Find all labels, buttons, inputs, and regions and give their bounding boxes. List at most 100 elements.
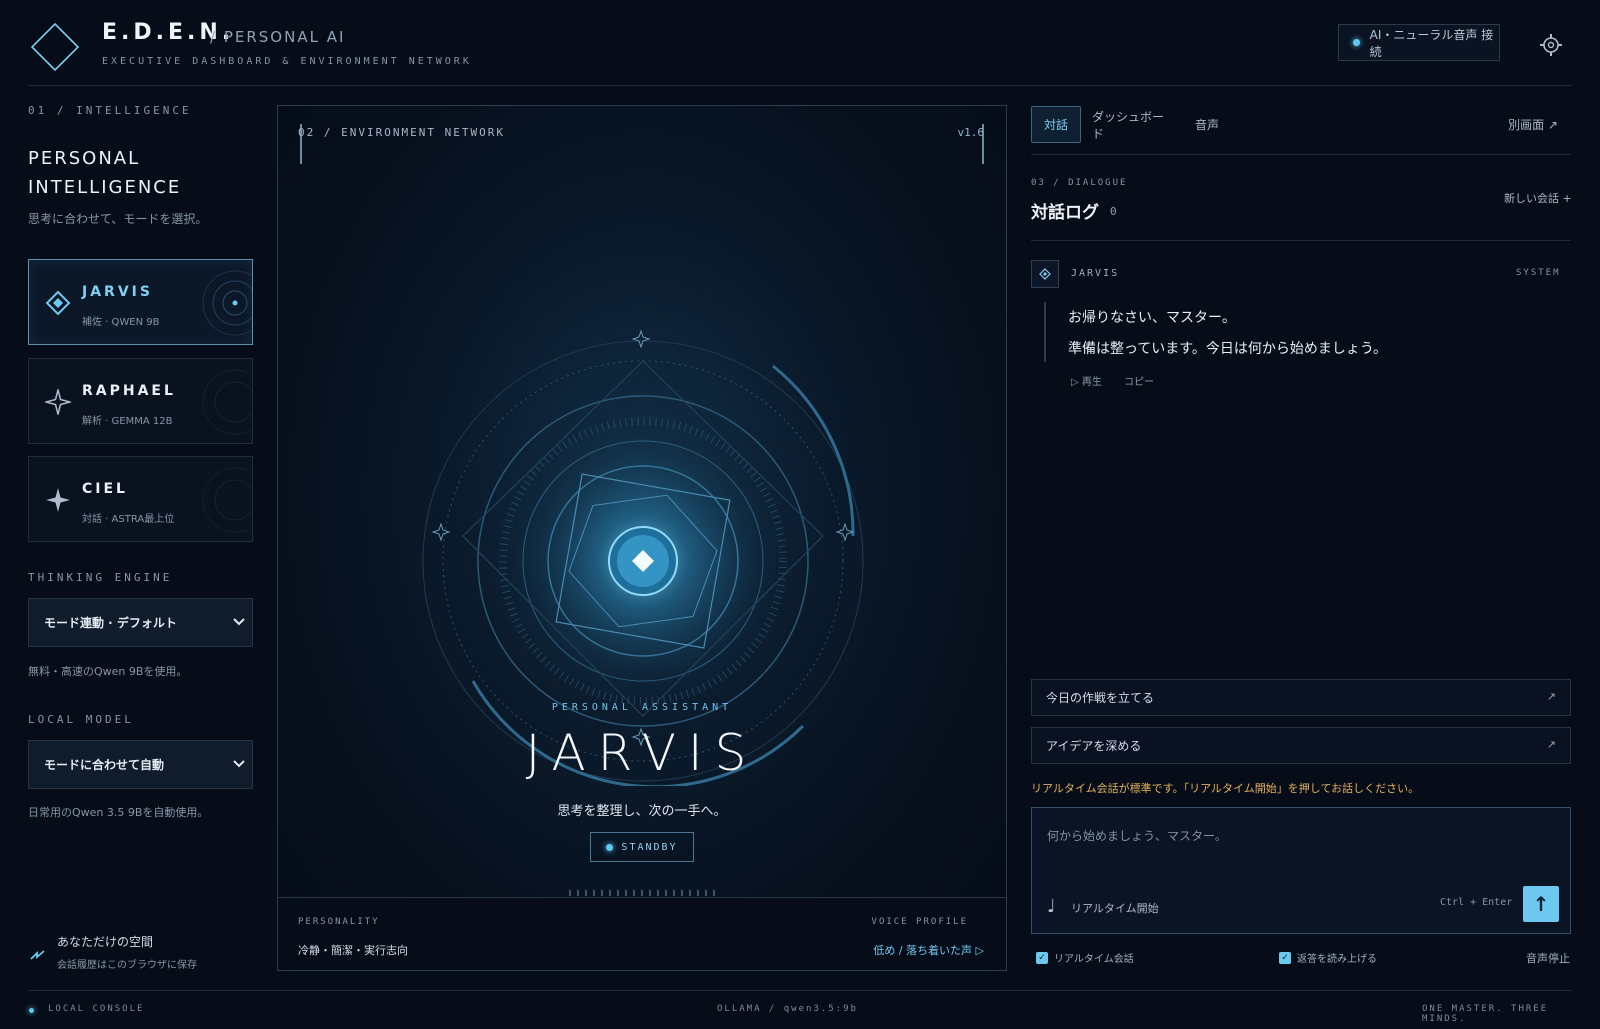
assistant-name: JARVIS [525,724,759,782]
standby-status-badge: STANDBY [590,832,694,862]
new-conversation-button[interactable]: 新しい会話 + [1504,190,1572,206]
jarvis-avatar [1031,260,1059,288]
tab-voice[interactable]: 音声 [1185,106,1229,143]
tab-dialogue[interactable]: 対話 [1031,106,1081,143]
assistant-label: PERSONAL ASSISTANT [551,702,733,713]
local-model-note: 日常用のQwen 3.5 9Bを自動使用。 [28,806,209,819]
lightning-icon [30,950,45,960]
standby-dot-icon [606,843,614,851]
arrow-up-right-icon: ↗ [1546,690,1556,703]
mode-meta: 補佐 · QWEN 9B [82,317,160,328]
stop-voice-button[interactable]: 音声停止 [1526,950,1570,966]
dialogue-section-label: 03 / DIALOGUE [1031,178,1128,188]
music-note-icon[interactable]: ♩ [1047,896,1056,917]
send-shortcut-hint: Ctrl + Enter [1440,897,1513,908]
thinking-engine-note: 無料・高速のQwen 9Bを使用。 [28,665,188,678]
realtime-conversation-label: リアルタイム会話 [1054,954,1134,965]
corner-bracket-icon [300,124,302,164]
connection-status-text: AI・ニューラル音声 接続 [1369,27,1494,59]
suggestion-label: アイデアを深める [1046,739,1142,753]
standby-text: STANDBY [621,841,678,853]
popout-button[interactable]: 別画面 ↗ [1504,106,1562,143]
chevron-down-icon [233,760,245,768]
gear-icon[interactable] [1539,33,1563,57]
thinking-engine-value: モード連動 · デフォルト [44,616,177,630]
personality-value: 冷静・簡潔・実行志向 [298,944,408,957]
realtime-start-button[interactable]: リアルタイム開始 [1071,900,1159,916]
brand-subtitle: / PERSONAL AI [210,28,346,46]
mode-meta: 解析 · GEMMA 12B [82,416,173,427]
copy-message-button[interactable]: コピー [1124,373,1154,388]
tab-dashboard[interactable]: ダッシュボード [1092,106,1170,143]
private-space-title: あなただけの空間 [57,935,154,949]
core-orb-graphic [422,329,864,786]
mode-name: RAPHAEL [82,383,176,399]
footer-right: ONE MASTER. THREE MINDS. [1422,1004,1549,1024]
local-model-select[interactable]: モードに合わせて自動 [28,740,253,789]
mode-meta: 対話 · ASTRA最上位 [82,514,175,525]
chevron-down-icon [233,618,245,626]
intelligence-title: PERSONAL INTELLIGENCE [28,144,228,202]
radar-decoration-icon [202,270,252,336]
diamond-icon [45,290,71,316]
checkbox-checked-icon[interactable]: ✓ [1279,951,1291,964]
footer-divider [28,990,1572,991]
diamond-icon [1039,268,1051,280]
message-text-line1: お帰りなさい、マスター。 [1068,310,1236,326]
message-input-box[interactable]: 何から始めましょう、マスター。 ♩ リアルタイム開始 Ctrl + Enter … [1031,807,1571,934]
message-input-placeholder[interactable]: 何から始めましょう、マスター。 [1047,827,1227,844]
private-space-subtitle: 会話履歴はこのブラウザに保存 [57,960,197,971]
send-button[interactable]: ↑ [1523,886,1559,922]
mode-card-raphael[interactable]: RAPHAEL 解析 · GEMMA 12B [28,358,253,444]
checkbox-checked-icon[interactable]: ✓ [1036,951,1048,964]
eden-logo-icon [30,22,80,72]
message-text-line2: 準備は整っています。今日は何から始めましょう。 [1068,341,1388,357]
status-dot-icon [1353,39,1360,46]
header-divider [28,85,1572,86]
suggestion-button[interactable]: 今日の作戦を立てる ↗ [1031,679,1571,716]
corner-bracket-icon [982,124,984,164]
local-model-value: モードに合わせて自動 [44,758,165,772]
console-dot-icon [29,1008,34,1013]
mode-name: JARVIS [82,284,153,300]
intelligence-section-label: 01 / INTELLIGENCE [28,104,192,117]
assistant-profile-footer: PERSONALITY 冷静・簡潔・実行志向 VOICE PROFILE 低め … [278,897,1006,970]
arrow-up-right-icon: ↗ [1546,738,1556,751]
sparkle-filled-icon [46,488,70,512]
mode-name: CIEL [82,481,128,497]
tick-marks-decoration [569,890,715,896]
voice-profile-label: VOICE PROFILE [871,917,968,927]
local-model-label: LOCAL MODEL [28,713,134,726]
connection-status-badge: AI・ニューラル音声 接続 [1338,24,1500,61]
message-quote-bar [1044,302,1046,362]
suggestion-button[interactable]: アイデアを深める ↗ [1031,727,1571,764]
mode-card-jarvis[interactable]: JARVIS 補佐 · QWEN 9B [28,259,253,345]
message-sender: JARVIS [1071,268,1120,279]
radar-decoration-icon [202,369,252,435]
mode-card-ciel[interactable]: CIEL 対話 · ASTRA最上位 [28,456,253,542]
footer-center: OLLAMA / qwen3.5:9b [717,1004,858,1014]
personality-label: PERSONALITY [298,917,380,927]
suggestion-label: 今日の作戦を立てる [1046,691,1155,705]
footer-left: LOCAL CONSOLE [48,1004,145,1014]
dialogue-title: 対話ログ [1031,203,1099,223]
brand-tagline: EXECUTIVE DASHBOARD & ENVIRONMENT NETWOR… [102,56,472,67]
play-message-button[interactable]: ▷ 再生 [1071,373,1102,388]
dialogue-count: 0 [1110,205,1117,218]
intelligence-subtitle: 思考に合わせて、モードを選択。 [28,212,208,226]
environment-stage: 02 / ENVIRONMENT NETWORK v1.6 PERSONAL A… [277,105,1007,971]
realtime-conversation-toggle[interactable]: ✓ リアルタイム会話 [1036,950,1134,965]
readout-label: 返答を読み上げる [1297,954,1377,965]
thinking-engine-select[interactable]: モード連動 · デフォルト [28,598,253,647]
intelligence-title-line1: PERSONAL [28,148,141,169]
voice-profile-link[interactable]: 低め / 落ち着いた声 ▷ [873,942,984,958]
radar-decoration-icon [202,467,252,533]
intelligence-title-line2: INTELLIGENCE [28,177,182,198]
assistant-tagline: 思考を整理し、次の一手へ。 [557,804,727,819]
readout-toggle[interactable]: ✓ 返答を読み上げる [1279,950,1377,965]
sparkle-outline-icon [45,389,71,415]
thinking-engine-label: THINKING ENGINE [28,571,173,584]
dialogue-divider [1031,240,1571,241]
realtime-hint: リアルタイム会話が標準です。「リアルタイム開始」を押してお話しください。 [1031,782,1420,795]
message-role: SYSTEM [1516,268,1561,278]
